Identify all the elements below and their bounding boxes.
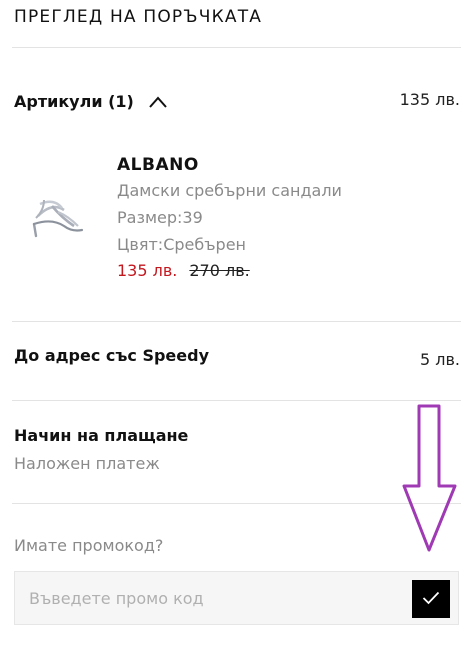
down-arrow-annotation-icon	[400, 400, 460, 555]
product-price: 135 лв. 270 лв.	[117, 258, 342, 284]
delivery-label: До адрес със Speedy	[14, 346, 210, 365]
payment-method-value: Наложен платеж	[14, 454, 160, 473]
promo-question: Имате промокод?	[14, 536, 164, 555]
promo-code-form	[14, 571, 459, 625]
product-brand: ALBANO	[117, 155, 199, 175]
product-color: Цвят:Сребърен	[117, 231, 342, 258]
color-label: Цвят:	[117, 235, 164, 254]
product-name: Дамски сребърни сандали	[117, 181, 342, 200]
color-value: Сребърен	[163, 235, 246, 254]
promo-submit-button[interactable]	[412, 580, 450, 618]
size-label: Размер:	[117, 208, 183, 227]
chevron-up-icon[interactable]	[148, 94, 168, 108]
items-total: 135 лв.	[399, 90, 460, 109]
divider	[12, 503, 461, 504]
divider	[12, 47, 461, 48]
divider	[12, 321, 461, 322]
order-summary-title: ПРЕГЛЕД НА ПОРЪЧКАТА	[14, 7, 263, 27]
items-toggle[interactable]: Артикули (1) 135 лв.	[14, 90, 460, 112]
delivery-price: 5 лв.	[419, 350, 460, 369]
size-value: 39	[182, 208, 203, 227]
product-details: ALBANO Дамски сребърни сандали Размер:39…	[117, 155, 342, 284]
checkmark-icon	[422, 591, 440, 608]
original-price: 270 лв.	[189, 261, 250, 280]
product-size: Размер:39	[117, 204, 342, 231]
sale-price: 135 лв.	[117, 261, 178, 280]
items-label: Артикули (1)	[14, 91, 134, 111]
silver-sandal-image	[22, 180, 86, 244]
delivery-row: До адрес със Speedy 5 лв.	[14, 346, 460, 370]
payment-method-title: Начин на плащане	[14, 426, 189, 445]
promo-code-input[interactable]	[15, 572, 405, 624]
divider	[12, 400, 461, 401]
